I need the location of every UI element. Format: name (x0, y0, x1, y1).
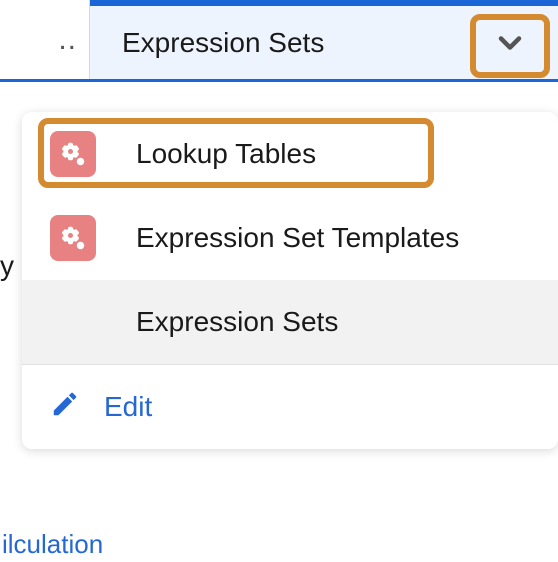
bottom-cut-text: ilculation (2, 529, 103, 560)
tab-truncated-left: .. (0, 0, 90, 79)
tab-expression-sets[interactable]: Expression Sets (90, 0, 558, 79)
menu-edit-action[interactable]: Edit (22, 365, 558, 449)
tab-bar: .. Expression Sets (0, 0, 558, 82)
chevron-down-icon (492, 25, 528, 68)
menu-item-expression-set-templates[interactable]: Expression Set Templates (22, 196, 558, 280)
menu-item-label: Expression Set Templates (136, 222, 459, 254)
menu-item-expression-sets[interactable]: Expression Sets (22, 280, 558, 364)
tab-dropdown-toggle[interactable] (470, 14, 550, 78)
background-cut-text: y (0, 250, 14, 282)
tab-label: Expression Sets (122, 27, 324, 59)
gears-icon (50, 131, 96, 177)
tab-dropdown-panel: Lookup Tables Expression Set Templates E… (22, 112, 558, 449)
menu-item-label: Expression Sets (136, 306, 338, 338)
truncated-indicator: .. (58, 23, 77, 57)
menu-item-label: Lookup Tables (136, 138, 316, 170)
menu-item-lookup-tables[interactable]: Lookup Tables (22, 112, 558, 196)
edit-label: Edit (104, 391, 152, 423)
pencil-icon (50, 389, 80, 426)
gears-icon (50, 215, 96, 261)
